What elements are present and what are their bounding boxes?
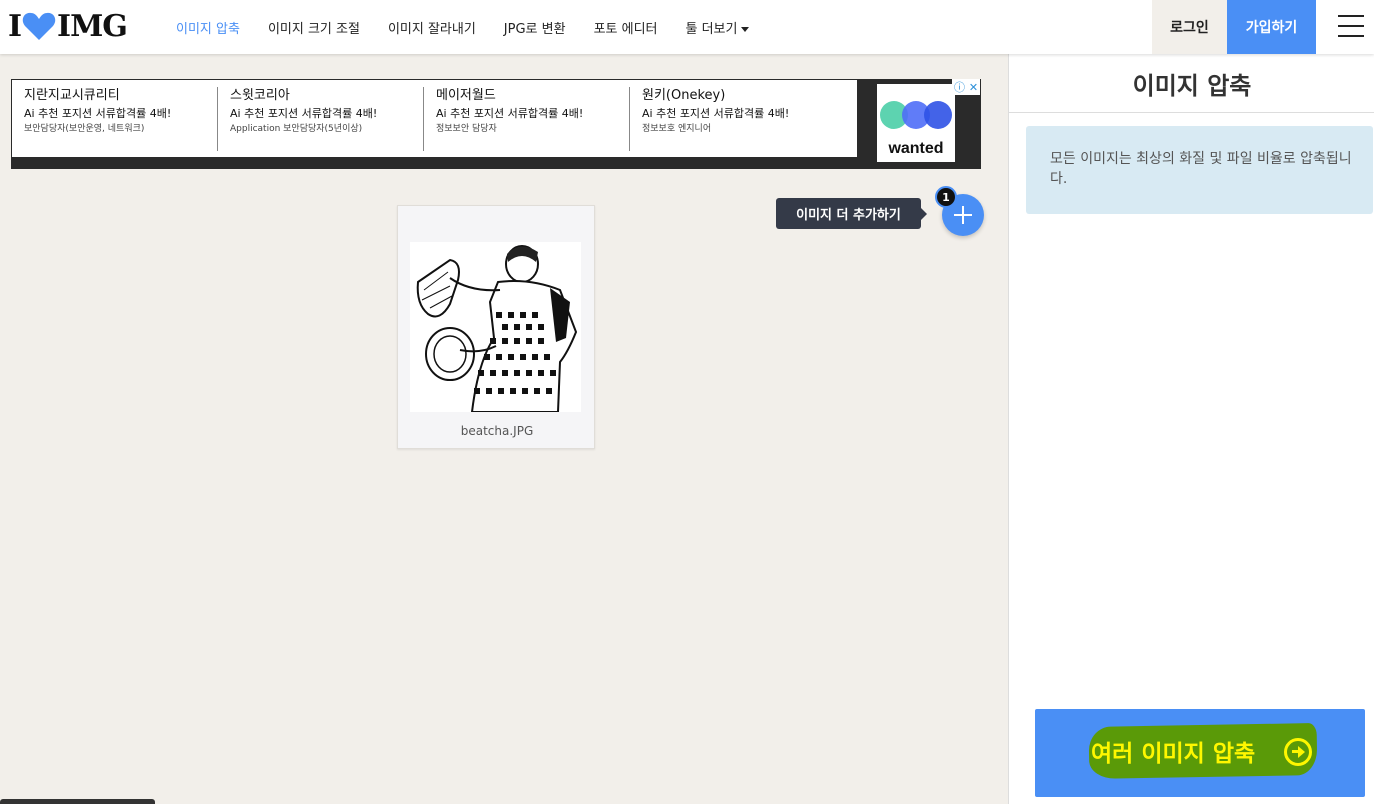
nav-photo-editor[interactable]: 포토 에디터 — [594, 18, 658, 37]
login-button[interactable]: 로그인 — [1152, 0, 1227, 54]
ad-listing[interactable]: 지란지교시큐리티 Ai 추천 포지션 서류합격률 4배! 보안담당자(보안운영,… — [12, 87, 218, 151]
ad-headline: Ai 추천 포지션 서류합격률 4배! — [642, 107, 790, 120]
nav-resize-image[interactable]: 이미지 크기 조절 — [268, 18, 360, 37]
ilovimg-logo[interactable]: I IMG — [8, 8, 128, 44]
ad-role: 정보보안 담당자 — [436, 124, 497, 134]
ad-role: Application 보안담당자(5년이상) — [230, 124, 363, 134]
arrow-right-circle-icon — [1284, 738, 1312, 766]
nav-crop-image[interactable]: 이미지 잘라내기 — [388, 18, 476, 37]
file-name: beatcha.JPG — [460, 424, 534, 438]
info-message: 모든 이미지는 최상의 화질 및 파일 비율로 압축됩니다. — [1026, 126, 1373, 214]
ad-close-icon[interactable]: ✕ — [969, 81, 978, 94]
options-sidebar: 이미지 압축 모든 이미지는 최상의 화질 및 파일 비율로 압축됩니다. 여러… — [1008, 54, 1374, 804]
bottom-edge-bar — [0, 799, 155, 804]
wanted-logo[interactable]: wanted — [877, 84, 955, 162]
caret-down-icon — [741, 26, 750, 32]
ad-company: 메이저월드 — [436, 88, 496, 103]
hamburger-menu-icon[interactable] — [1338, 15, 1364, 37]
ad-listing[interactable]: 스윗코리아 Ai 추천 포지션 서류합격률 4배! Application 보안… — [218, 87, 424, 151]
ad-headline: Ai 추천 포지션 서류합격률 4배! — [24, 107, 172, 120]
ad-info-icon[interactable]: ⓘ — [954, 79, 965, 95]
add-more-tooltip: 이미지 더 추가하기 — [776, 198, 927, 229]
main-nav: 이미지 압축 이미지 크기 조절 이미지 잘라내기 JPG로 변환 포토 에디터… — [176, 0, 777, 54]
file-thumbnail — [410, 242, 581, 412]
logo-text-img: IMG — [57, 8, 128, 44]
heart-icon — [22, 12, 56, 41]
signup-button[interactable]: 가입하기 — [1227, 0, 1316, 54]
ad-controls: ⓘ ✕ — [952, 79, 980, 95]
file-count-badge: 1 — [935, 186, 957, 208]
ad-listing[interactable]: 메이저월드 Ai 추천 포지션 서류합격률 4배! 정보보안 담당자 — [424, 87, 630, 151]
ad-role: 정보보호 엔지니어 — [642, 124, 712, 134]
wanted-circles-icon — [880, 101, 952, 129]
top-header: I IMG 이미지 압축 이미지 크기 조절 이미지 잘라내기 JPG로 변환 … — [0, 0, 1374, 54]
ad-banner[interactable]: 지란지교시큐리티 Ai 추천 포지션 서류합격률 4배! 보안담당자(보안운영,… — [11, 79, 981, 169]
wanted-wordmark: wanted — [888, 140, 944, 157]
nav-more-tools[interactable]: 툴 더보기 — [686, 18, 750, 37]
file-card[interactable]: beatcha.JPG — [397, 205, 595, 449]
logo-text-i: I — [8, 8, 22, 44]
nav-convert-to-jpg[interactable]: JPG로 변환 — [504, 18, 566, 37]
ad-company: 스윗코리아 — [230, 88, 290, 103]
ad-company: 지란지교시큐리티 — [24, 88, 120, 103]
ad-listings: 지란지교시큐리티 Ai 추천 포지션 서류합격률 4배! 보안담당자(보안운영,… — [12, 80, 857, 157]
ad-headline: Ai 추천 포지션 서류합격률 4배! — [436, 107, 584, 120]
sidebar-title: 이미지 압축 — [1009, 54, 1374, 113]
ad-company: 원키(Onekey) — [642, 88, 726, 103]
compress-images-button[interactable]: 여러 이미지 압축 — [1035, 709, 1365, 797]
ad-role: 보안담당자(보안운영, 네트워크) — [24, 124, 145, 134]
nav-more-tools-label: 툴 더보기 — [685, 21, 738, 37]
ad-headline: Ai 추천 포지션 서류합격률 4배! — [230, 107, 378, 120]
ad-listing[interactable]: 원키(Onekey) Ai 추천 포지션 서류합격률 4배! 정보보호 엔지니어 — [630, 87, 836, 151]
compress-images-label: 여러 이미지 압축 — [1091, 741, 1256, 767]
thumbnail-illustration — [410, 242, 581, 412]
nav-compress-image[interactable]: 이미지 압축 — [176, 18, 240, 37]
